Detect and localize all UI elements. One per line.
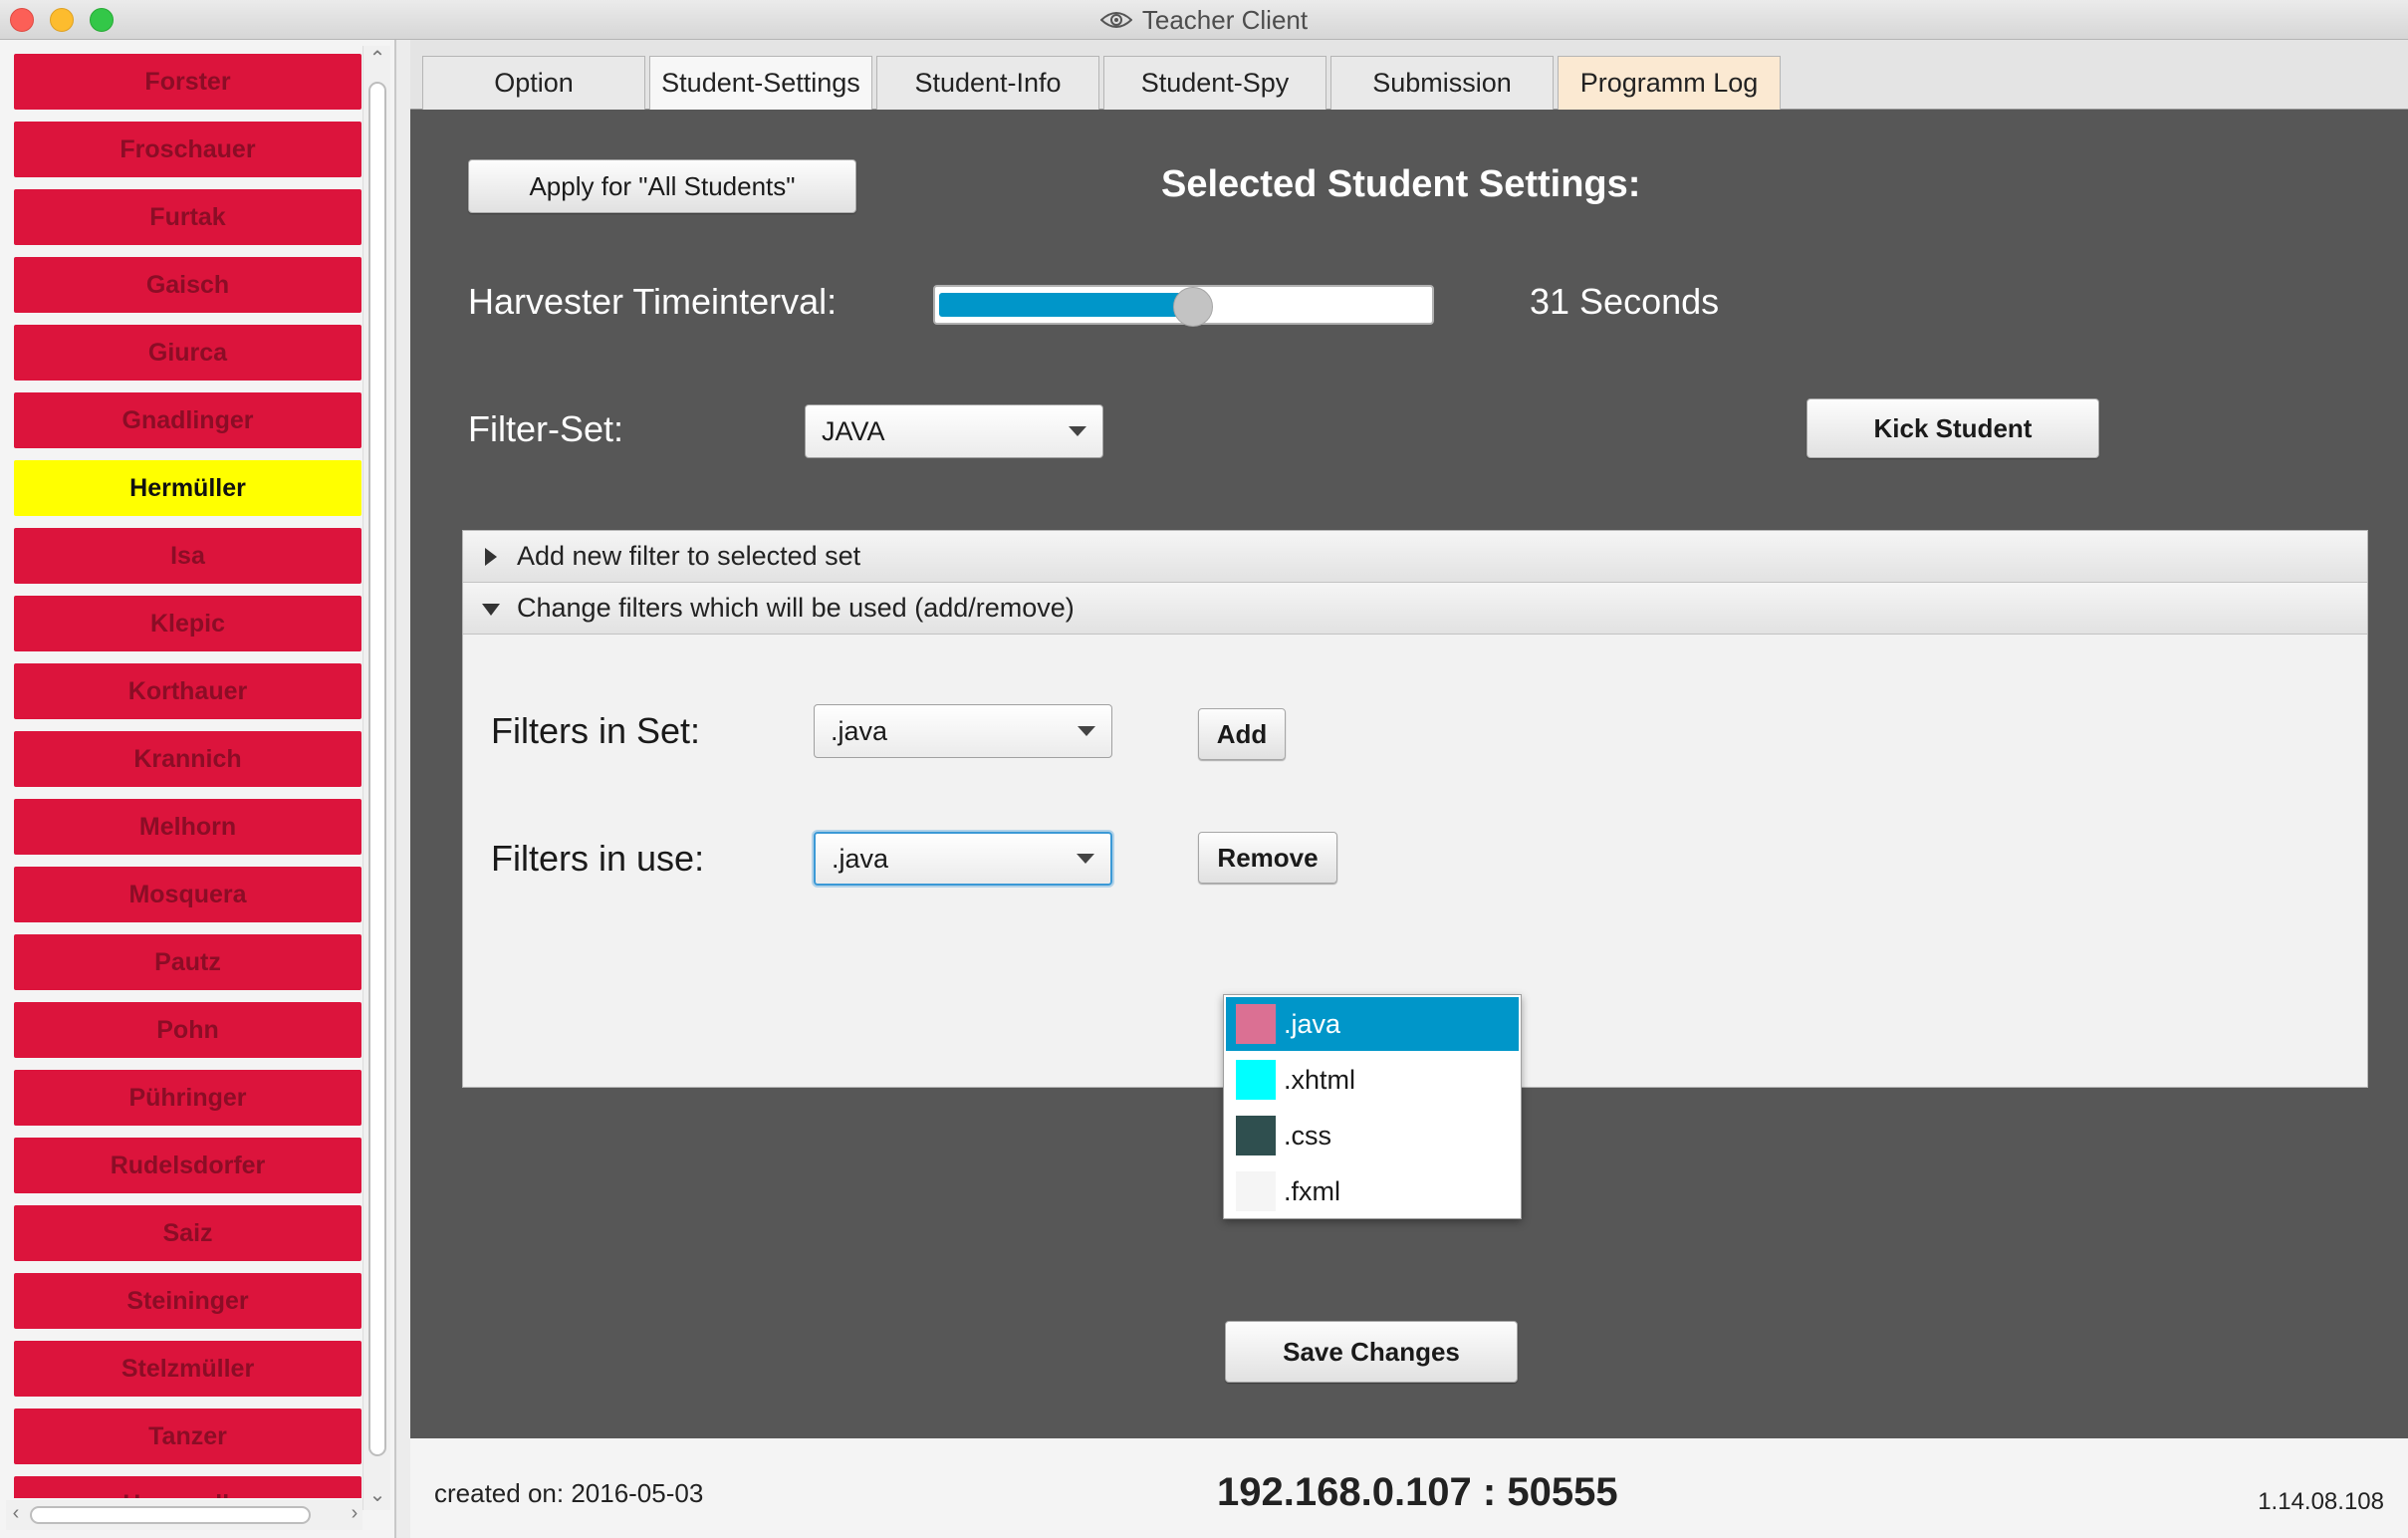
- created-date: created on: 2016-05-03: [434, 1478, 704, 1508]
- filters-in-set-label: Filters in Set:: [491, 710, 701, 751]
- student-list: Forster Froschauer Furtak Gaisch Giurca Gnadl…: [14, 54, 361, 1498]
- server-address: 192.168.0.107 : 50555: [1217, 1470, 1618, 1514]
- expand-arrow-icon: [485, 547, 497, 566]
- save-changes-button[interactable]: Save Changes: [1225, 1321, 1518, 1383]
- filter-option[interactable]: .fxml: [1226, 1164, 1519, 1218]
- student-item[interactable]: Mosquera: [14, 867, 361, 922]
- add-filter-button[interactable]: Add: [1198, 708, 1286, 760]
- scroll-up-icon[interactable]: ⌃: [363, 46, 391, 71]
- student-item[interactable]: Saiz: [14, 1205, 361, 1261]
- filters-in-set-value: .java: [831, 715, 888, 746]
- filter-option[interactable]: .java: [1226, 997, 1519, 1051]
- chevron-down-icon: [1078, 726, 1095, 736]
- student-item[interactable]: Tanzer: [14, 1409, 361, 1464]
- harvester-slider[interactable]: [933, 285, 1434, 327]
- student-item[interactable]: Giurca: [14, 325, 361, 381]
- scroll-right-icon[interactable]: ›: [341, 1502, 368, 1525]
- student-sidebar: Forster Froschauer Furtak Gaisch Giurca Gnadl…: [0, 40, 396, 1538]
- tab-bar: Option Student-Settings Student-Info Studen…: [410, 40, 2408, 110]
- version-label: 1.14.08.108: [2258, 1488, 2384, 1515]
- filter-option-label: .css: [1284, 1120, 1332, 1151]
- student-item[interactable]: Gaisch: [14, 257, 361, 313]
- student-item[interactable]: Krannich: [14, 731, 361, 787]
- student-list-horizontal-scrollbar[interactable]: ‹ ›: [6, 1500, 362, 1530]
- window-title: Teacher Client: [1141, 4, 1309, 35]
- filters-in-use-popup-list: .java .xhtml .css .fxml: [1223, 994, 1522, 1219]
- window-titlebar: Teacher Client: [0, 0, 2408, 40]
- filterset-dropdown[interactable]: JAVA: [805, 404, 1103, 458]
- student-item[interactable]: Gnadlinger: [14, 392, 361, 448]
- main-panel: Option Student-Settings Student-Info Studen…: [410, 40, 2408, 1538]
- remove-filter-button[interactable]: Remove: [1198, 832, 1337, 884]
- tab-submission[interactable]: Submission: [1330, 56, 1554, 110]
- student-item[interactable]: Froschauer: [14, 122, 361, 177]
- change-filters-pane-header[interactable]: Change filters which will be used (add/r…: [463, 583, 2367, 635]
- window-title-group: Teacher Client: [0, 0, 2408, 40]
- student-item[interactable]: Klepic: [14, 596, 361, 651]
- filters-in-use-label: Filters in use:: [491, 838, 705, 879]
- color-swatch-icon: [1236, 1060, 1276, 1100]
- filters-in-use-dropdown[interactable]: .java: [814, 832, 1112, 886]
- filterset-label: Filter-Set:: [468, 408, 624, 449]
- student-settings-panel: Apply for "All Students" Selected Studen…: [410, 110, 2408, 1438]
- student-item[interactable]: Steininger: [14, 1273, 361, 1329]
- student-list-vertical-scrollbar[interactable]: ⌃ ⌄: [362, 46, 390, 1510]
- slider-knob[interactable]: [1173, 287, 1213, 327]
- add-filter-pane-title: Add new filter to selected set: [517, 541, 861, 571]
- color-swatch-icon: [1236, 1004, 1276, 1044]
- student-item[interactable]: Pohn: [14, 1002, 361, 1058]
- student-item[interactable]: Hermüller: [14, 460, 361, 516]
- filter-option-label: .fxml: [1284, 1175, 1340, 1206]
- chevron-down-icon: [1077, 854, 1094, 864]
- filter-option-label: .xhtml: [1284, 1064, 1356, 1095]
- filters-in-set-dropdown[interactable]: .java: [814, 704, 1112, 758]
- tab-programm-log[interactable]: Programm Log: [1558, 56, 1781, 110]
- harvester-label: Harvester Timeinterval:: [468, 281, 838, 322]
- kick-student-button[interactable]: Kick Student: [1806, 398, 2099, 458]
- student-item[interactable]: Rudelsdorfer: [14, 1138, 361, 1193]
- tab-option[interactable]: Option: [422, 56, 645, 110]
- student-item[interactable]: Isa: [14, 528, 361, 584]
- harvester-value: 31 Seconds: [1530, 281, 1720, 322]
- student-item[interactable]: Pühringer: [14, 1070, 361, 1126]
- status-footer: created on: 2016-05-03 192.168.0.107 : 5…: [410, 1438, 2408, 1538]
- color-swatch-icon: [1236, 1116, 1276, 1155]
- filterset-value: JAVA: [822, 415, 885, 446]
- filter-option-label: .java: [1284, 1008, 1341, 1039]
- scroll-left-icon[interactable]: ‹: [2, 1502, 30, 1525]
- student-item[interactable]: Hermueller: [14, 1476, 361, 1498]
- horizontal-scroll-thumb[interactable]: [30, 1506, 311, 1524]
- apply-all-students-button[interactable]: Apply for "All Students": [468, 159, 856, 213]
- filter-option[interactable]: .xhtml: [1226, 1053, 1519, 1107]
- tab-student-settings[interactable]: Student-Settings: [649, 56, 872, 110]
- change-filters-pane-title: Change filters which will be used (add/r…: [517, 593, 1075, 623]
- collapse-arrow-icon: [482, 603, 500, 616]
- student-item[interactable]: Korthauer: [14, 663, 361, 719]
- tab-student-info[interactable]: Student-Info: [876, 56, 1099, 110]
- student-item[interactable]: Furtak: [14, 189, 361, 245]
- filters-in-use-value: .java: [832, 843, 889, 874]
- tab-student-spy[interactable]: Student-Spy: [1103, 56, 1326, 110]
- vertical-scroll-thumb[interactable]: [368, 82, 386, 1456]
- student-item[interactable]: Melhorn: [14, 799, 361, 855]
- eye-icon: [1099, 12, 1132, 28]
- student-item[interactable]: Forster: [14, 54, 361, 110]
- chevron-down-icon: [1069, 426, 1086, 436]
- slider-fill: [939, 293, 1195, 317]
- add-filter-pane-header[interactable]: Add new filter to selected set: [463, 531, 2367, 583]
- student-item[interactable]: Stelzmüller: [14, 1341, 361, 1397]
- settings-heading: Selected Student Settings:: [1161, 163, 1641, 205]
- color-swatch-icon: [1236, 1171, 1276, 1211]
- filter-option[interactable]: .css: [1226, 1109, 1519, 1162]
- student-item[interactable]: Pautz: [14, 934, 361, 990]
